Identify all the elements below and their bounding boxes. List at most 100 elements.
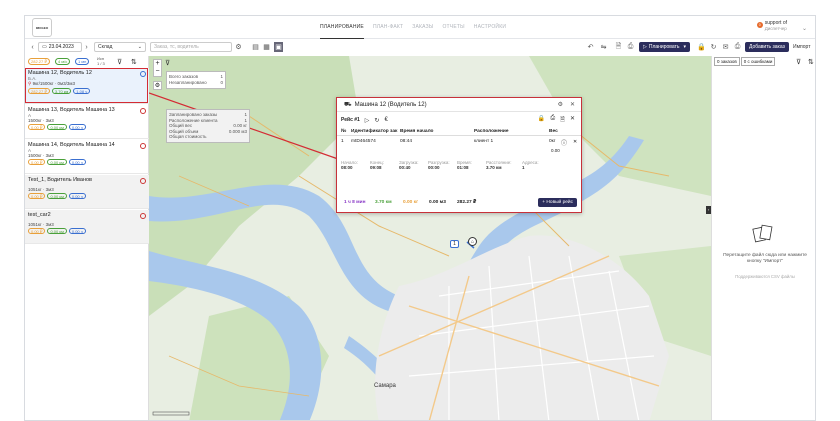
warehouse-select[interactable]: Склад ⌄ — [94, 42, 146, 52]
settings-gear-icon[interactable]: ⚙ — [234, 42, 243, 52]
vehicle-load: 1051кг · 3м3 — [28, 222, 54, 227]
lock-icon[interactable]: 🔒 — [697, 42, 706, 52]
plan-button-label: Планировать — [648, 44, 680, 50]
prev-date-icon[interactable]: ‹ — [28, 42, 37, 52]
user-menu[interactable]: 0 support of Диспетчер — [756, 20, 787, 31]
layout-icon[interactable]: ▤ — [251, 42, 260, 52]
document-icon[interactable]: 🗎 — [560, 115, 565, 125]
popup-settings-icon[interactable]: ⚙ — [558, 101, 563, 108]
cell-id: mtD464574 — [351, 139, 376, 144]
file-icon[interactable]: 🗎 — [614, 42, 623, 52]
metric-value: 09:08 — [370, 165, 382, 170]
app-logo[interactable]: IMOGEO — [32, 18, 52, 37]
sort-icon[interactable]: ⇅ — [808, 58, 814, 66]
map-marker[interactable]: 1 — [450, 240, 459, 248]
map-view-icon[interactable]: ▣ — [274, 42, 283, 52]
grid-icon[interactable]: ▦ — [262, 42, 271, 52]
vehicle-summary-tooltip: Запланировано заказы 1 Расположение клиен… — [166, 109, 250, 143]
total-weight: 0.00 кг — [403, 200, 419, 205]
vehicle-status-icon[interactable] — [140, 108, 146, 114]
depot-icon[interactable]: ⌂ — [468, 237, 477, 246]
vehicle-tags: 0.00 ₽ 0.00 км 0.00 ч — [28, 228, 146, 234]
tooltip-row: Незапланировано 0 — [169, 80, 223, 86]
euro-icon[interactable]: € — [384, 117, 387, 123]
metric-value: 08:00 — [341, 165, 353, 170]
nav-orders[interactable]: ЗАКАЗЫ — [412, 16, 433, 39]
tab-errors[interactable]: 0 с ошибками — [740, 57, 776, 66]
print-icon[interactable]: ⎙ — [550, 115, 555, 125]
trip-label: Рейс #1 — [341, 117, 360, 123]
metric-value: 00:40 — [399, 165, 411, 170]
vehicle-item[interactable]: test_car2 1051кг · 3м3 0.00 ₽ 0.00 км 0.… — [25, 210, 149, 244]
stats-bar: 282.27 ₽ 4 м/с 1 мн Исп 1 / 3 ⊽ ⇅ — [25, 56, 149, 68]
orders-summary-tooltip: Всего заказов 1 Незапланировано 0 — [166, 71, 226, 89]
import-link[interactable]: Импорт — [793, 42, 810, 52]
chevron-down-icon: ▾ — [683, 44, 686, 50]
map-filter-icon[interactable]: ⊽ — [165, 59, 170, 67]
top-header: IMOGEO ПЛАНИРОВАНИЕ ПЛАН-ФАКТ ЗАКАЗЫ ОТЧ… — [25, 16, 815, 39]
cell-number: 1 — [341, 139, 344, 144]
cell-weight: 0кг — [549, 139, 556, 144]
chevron-down-icon[interactable]: ⌄ — [802, 25, 807, 32]
mail-icon[interactable]: ✉ — [721, 42, 730, 52]
metric: Разгрузка: 00:00 — [428, 160, 457, 170]
metric-value: 1 — [522, 165, 525, 170]
tab-orders[interactable]: 0 заказов — [714, 57, 740, 66]
sort-icon[interactable]: ⇅ — [131, 58, 137, 66]
vehicle-item[interactable]: Машина 14, Водитель Машина 14 А 1500кг ·… — [25, 140, 149, 174]
date-picker[interactable]: ▭ 23.04.2023 — [38, 42, 82, 52]
nav-planning[interactable]: ПЛАНИРОВАНИЕ — [320, 16, 364, 39]
zoom-in-icon[interactable]: + — [154, 60, 161, 68]
vehicle-tags: 0.00 ₽ 0.00 км 0.00 ч — [28, 124, 146, 130]
total-cost: 282.27 ₽ — [457, 200, 477, 205]
nav-settings[interactable]: НАСТРОЙКИ — [474, 16, 506, 39]
vehicle-item[interactable]: Test_1, Водитель Иванов 1051кг · 3м3 0.0… — [25, 175, 149, 209]
stat-speed: 4 м/с — [55, 58, 71, 65]
tag-cost: 0.00 ₽ — [28, 124, 46, 130]
new-trip-button[interactable]: + Новый рейс — [538, 198, 577, 207]
map-settings-gear-icon[interactable]: ⚙ — [153, 81, 162, 90]
search-input[interactable]: Заказ, тс, водитель — [150, 42, 232, 52]
metric: Расстояние: 3.70 км — [486, 160, 522, 170]
vehicle-title: test_car2 — [28, 212, 51, 218]
weight-extra: 0.00 — [551, 148, 560, 153]
nav-plan-fact[interactable]: ПЛАН-ФАКТ — [373, 16, 403, 39]
add-order-button[interactable]: Добавить заказ — [745, 42, 789, 52]
filter-icon[interactable]: ⊽ — [117, 58, 122, 66]
close-icon[interactable]: ✕ — [570, 115, 575, 125]
drop-subhint: Поддерживаются CSV файлы — [735, 274, 795, 279]
refresh-icon[interactable]: ↻ — [374, 117, 379, 124]
cell-location: клиент 1 — [474, 139, 494, 144]
close-icon[interactable]: ✕ — [570, 101, 575, 108]
zoom-out-icon[interactable]: − — [154, 68, 161, 76]
tag-distance: 0.00 км — [47, 159, 67, 165]
info-icon[interactable]: ⓘ — [561, 138, 567, 147]
refresh-icon[interactable]: ↻ — [709, 42, 718, 52]
filter-icon[interactable]: ⊽ — [796, 58, 801, 66]
vehicle-route-popup: ⛟ Машина 12 (Водитель 12) ⚙ ✕ Рейс #1 ▷ … — [336, 97, 582, 213]
vehicle-item[interactable]: Машина 13, Водитель Машина 13 А 1500кг ·… — [25, 105, 149, 139]
nav-reports[interactable]: ОТЧЕТЫ — [442, 16, 464, 39]
remove-icon[interactable]: ✕ — [573, 139, 577, 145]
table-row[interactable]: 1 mtD464574 08:44 клиент 1 0кг ⓘ ✕ — [337, 137, 581, 147]
lock-icon[interactable]: 🔒 — [538, 115, 545, 125]
next-date-icon[interactable]: › — [82, 42, 91, 52]
vehicle-status-icon[interactable] — [140, 143, 146, 149]
col-number: № — [341, 129, 347, 134]
popup-title: Машина 12 (Водитель 12) — [354, 101, 427, 108]
tag-distance: 0.00 км — [47, 193, 67, 199]
plan-button[interactable]: ▷ Планировать ▾ — [639, 42, 690, 52]
trip-metrics: Начало: 08:00 Конец: 09:08 Загрузка: 00:40 … — [341, 160, 577, 170]
print-icon[interactable]: ⎙ — [733, 42, 742, 52]
play-icon[interactable]: ▷ — [365, 117, 370, 124]
vehicle-status-icon[interactable] — [140, 178, 146, 184]
vehicle-tags: 0.00 ₽ 0.00 км 0.00 ч — [28, 159, 146, 165]
redo-icon[interactable]: ⇋ — [599, 42, 608, 52]
vehicle-status-icon[interactable] — [140, 213, 146, 219]
trip-actions: 🔒 ⎙ 🗎 ✕ — [538, 115, 575, 125]
col-weight: Вес — [549, 129, 558, 134]
undo-icon[interactable]: ↶ — [586, 42, 595, 52]
notification-badge[interactable]: 0 — [756, 22, 763, 28]
documents-icon — [752, 224, 773, 243]
pdf-icon[interactable]: ⎙ — [626, 42, 635, 52]
